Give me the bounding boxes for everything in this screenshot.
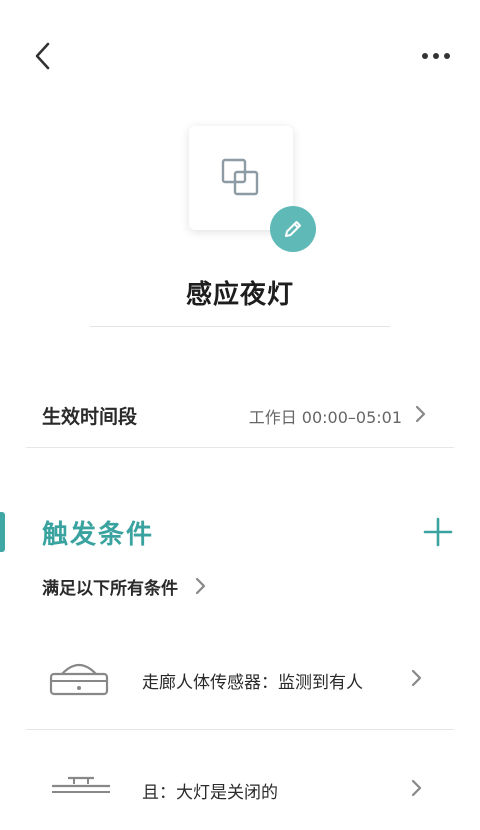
pencil-icon xyxy=(285,221,301,237)
condition-row[interactable]: 走廊人体传感器：监测到有人 xyxy=(26,638,454,720)
condition-mode-label: 满足以下所有条件 xyxy=(42,578,178,599)
chevron-right-icon xyxy=(411,779,422,797)
plus-icon xyxy=(423,517,453,547)
condition-text: 且：大灯是关闭的 xyxy=(142,783,278,803)
add-condition-button[interactable] xyxy=(420,514,456,550)
title-divider xyxy=(90,326,390,327)
overlap-squares-icon xyxy=(221,158,259,196)
condition-mode-selector[interactable]: 满足以下所有条件 xyxy=(42,572,208,600)
motion-sensor-icon xyxy=(49,663,109,696)
divider xyxy=(26,729,454,730)
chevron-right-icon xyxy=(195,577,206,595)
chevron-right-icon xyxy=(411,669,422,687)
ceiling-light-icon xyxy=(52,776,110,793)
section-accent-bar xyxy=(0,512,5,552)
divider xyxy=(26,447,454,448)
edit-scene-button[interactable] xyxy=(270,206,316,252)
chevron-left-icon xyxy=(35,42,50,70)
chevron-right-icon xyxy=(415,405,426,423)
time-period-value: 工作日 00:00–05:01 xyxy=(248,408,402,427)
time-period-row[interactable]: 生效时间段 工作日 00:00–05:01 xyxy=(26,384,454,446)
time-period-label: 生效时间段 xyxy=(42,406,138,428)
condition-row[interactable]: 且：大灯是关闭的 xyxy=(26,748,454,830)
more-horizontal-icon xyxy=(422,53,450,59)
scene-title[interactable]: 感应夜灯 xyxy=(0,274,480,311)
condition-text: 走廊人体传感器：监测到有人 xyxy=(142,673,363,693)
triggers-section-title: 触发条件 xyxy=(42,520,155,550)
more-button[interactable] xyxy=(418,40,458,72)
back-button[interactable] xyxy=(28,38,60,74)
